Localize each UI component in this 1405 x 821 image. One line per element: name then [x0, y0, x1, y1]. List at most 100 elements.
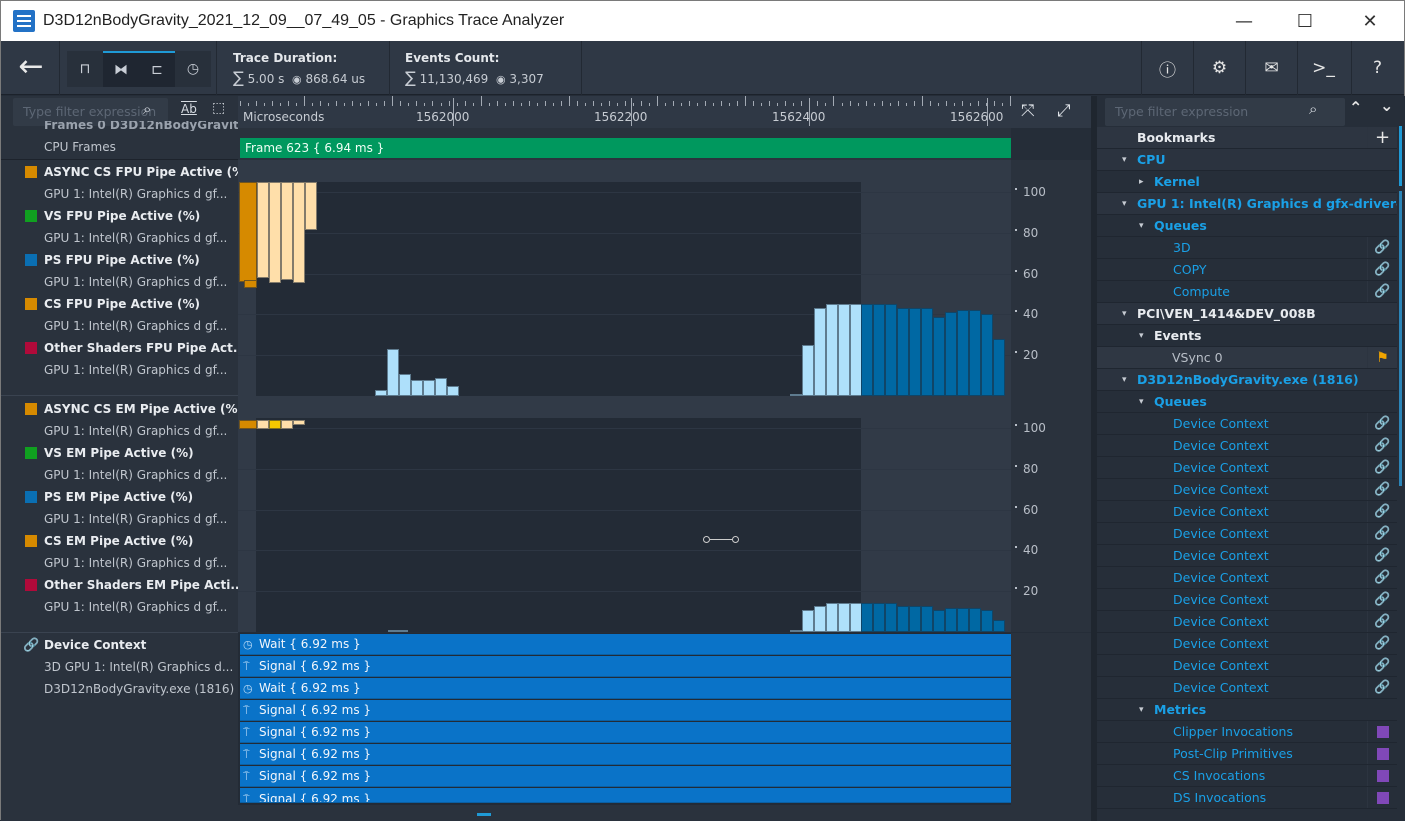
tree-item[interactable]: ▾ Queues [1097, 215, 1397, 237]
chart-bar[interactable] [399, 373, 411, 396]
color-swatch-icon[interactable] [1367, 765, 1397, 786]
chart-bar[interactable] [933, 609, 945, 632]
caret-right-icon[interactable]: ▸ [1139, 171, 1144, 192]
caret-down-icon[interactable]: ▾ [1122, 303, 1127, 324]
chart-bar[interactable] [411, 379, 423, 396]
chart-bar[interactable] [447, 385, 459, 396]
clock-button[interactable]: ◷ [175, 51, 211, 87]
tree-item[interactable]: Device Context 🔗 [1097, 655, 1397, 677]
tree-item[interactable]: ▾ GPU 1: Intel(R) Graphics d gfx-driver-c… [1097, 193, 1397, 215]
em-metric-title[interactable]: PS EM Pipe Active (%) [1, 486, 238, 508]
chart-bar[interactable] [993, 619, 1005, 632]
tree-item[interactable]: DS Invocations [1097, 787, 1397, 809]
chart-bar[interactable] [969, 607, 981, 632]
tree-item[interactable]: ▾ Metrics [1097, 699, 1397, 721]
chart-bar[interactable] [945, 312, 957, 396]
event-bar-signal[interactable]: ⍑ Signal { 6.92 ms } [240, 700, 1011, 721]
tree-item[interactable]: Compute 🔗 [1097, 281, 1397, 303]
console-button[interactable]: >_ [1297, 41, 1349, 95]
chart-bar[interactable] [873, 603, 885, 632]
chart-bar[interactable] [814, 605, 826, 632]
fpu-metric-title[interactable]: PS FPU Pipe Active (%) [1, 249, 238, 271]
frame-view-button[interactable]: ⊓ [67, 51, 103, 87]
chart-bar[interactable] [861, 304, 873, 396]
tree-item[interactable]: Device Context 🔗 [1097, 545, 1397, 567]
tree-item[interactable]: ▾ Events [1097, 325, 1397, 347]
tree-item[interactable]: Device Context 🔗 [1097, 479, 1397, 501]
previous-up-icon[interactable]: ⌃ [1349, 98, 1362, 117]
tree-item[interactable]: VSync 0 ⚑ [1097, 347, 1397, 369]
chart-bar[interactable] [945, 607, 957, 632]
tree-item[interactable]: 3D 🔗 [1097, 237, 1397, 259]
caret-down-icon[interactable]: ▾ [1139, 391, 1144, 412]
chart-bar[interactable] [269, 182, 281, 283]
tree-item[interactable]: Device Context 🔗 [1097, 567, 1397, 589]
link-icon[interactable]: 🔗 [1367, 501, 1397, 522]
tree-item[interactable]: ▾ Queues [1097, 391, 1397, 413]
tree-item[interactable]: Device Context 🔗 [1097, 457, 1397, 479]
tree-item[interactable]: ▾ D3D12nBodyGravity.exe (1816) [1097, 369, 1397, 391]
info-button[interactable]: ⓘ [1141, 41, 1193, 95]
match-case-icon[interactable]: Ab [181, 102, 197, 116]
chart-bar[interactable] [281, 420, 293, 429]
link-icon[interactable]: 🔗 [1367, 633, 1397, 654]
tree-item[interactable]: ▸ Kernel [1097, 171, 1397, 193]
link-icon[interactable]: 🔗 [1367, 589, 1397, 610]
tree-item[interactable]: Device Context 🔗 [1097, 633, 1397, 655]
chart-bar[interactable] [969, 310, 981, 396]
color-swatch-icon[interactable] [1367, 787, 1397, 808]
time-ruler[interactable]: Microseconds 1562000 1562200 1562400 156… [238, 96, 1011, 128]
splitter-handle[interactable] [703, 536, 739, 543]
tree-item[interactable]: Device Context 🔗 [1097, 611, 1397, 633]
link-icon[interactable]: 🔗 [1367, 545, 1397, 566]
chart-bar[interactable] [981, 314, 993, 396]
right-scrollbar-track[interactable] [1399, 191, 1402, 486]
link-icon[interactable]: 🔗 [1367, 457, 1397, 478]
flag-icon[interactable]: ⚑ [1367, 347, 1397, 368]
event-bar-wait[interactable]: ◷ Wait { 6.92 ms } [240, 634, 1011, 655]
chart-bar[interactable] [387, 349, 399, 396]
chart-bar[interactable] [873, 304, 885, 396]
fpu-chart-track[interactable] [238, 182, 1011, 396]
fpu-metric-title[interactable]: VS FPU Pipe Active (%) [1, 205, 238, 227]
event-bar-wait[interactable]: ◷ Wait { 6.92 ms } [240, 678, 1011, 699]
caret-down-icon[interactable]: ▾ [1139, 699, 1144, 720]
tree-item[interactable]: CS Invocations [1097, 765, 1397, 787]
right-scrollbar-thumb[interactable] [1399, 126, 1402, 186]
link-icon[interactable]: 🔗 [1367, 237, 1397, 258]
link-icon[interactable]: 🔗 [1367, 611, 1397, 632]
tree-item[interactable]: Device Context 🔗 [1097, 523, 1397, 545]
chart-bar[interactable] [244, 280, 257, 288]
chart-bar[interactable] [981, 609, 993, 632]
link-icon[interactable]: 🔗 [1367, 435, 1397, 456]
em-metric-title[interactable]: Other Shaders EM Pipe Acti... [1, 574, 238, 596]
close-button[interactable]: ✕ [1340, 1, 1400, 41]
maximize-button[interactable]: ☐ [1275, 1, 1335, 41]
chart-bar[interactable] [909, 308, 921, 396]
caret-down-icon[interactable]: ▾ [1139, 215, 1144, 236]
chart-bar[interactable] [305, 182, 317, 230]
em-metric-title[interactable]: VS EM Pipe Active (%) [1, 442, 238, 464]
chart-bar[interactable] [993, 338, 1005, 396]
tree-item[interactable]: ▾ CPU [1097, 149, 1397, 171]
back-arrow-icon[interactable]: ← [9, 51, 53, 85]
chart-bar[interactable] [838, 304, 850, 396]
mail-button[interactable]: ✉ [1245, 41, 1297, 95]
chart-bar[interactable] [239, 182, 257, 282]
add-bookmark-icon[interactable]: + [1367, 127, 1397, 148]
chart-bar[interactable] [281, 182, 293, 280]
fpu-metric-title[interactable]: Other Shaders FPU Pipe Act... [1, 337, 238, 359]
link-icon[interactable]: 🔗 [1367, 655, 1397, 676]
chart-bar[interactable] [957, 310, 969, 396]
chart-bar[interactable] [435, 377, 447, 396]
caret-down-icon[interactable]: ▾ [1122, 149, 1127, 170]
tree-item[interactable]: Device Context 🔗 [1097, 435, 1397, 457]
search-icon[interactable]: ⌕ [143, 100, 151, 118]
chart-bar[interactable] [239, 420, 257, 429]
chart-bar[interactable] [885, 603, 897, 632]
link-icon[interactable]: 🔗 [1367, 567, 1397, 588]
chart-bar[interactable] [909, 605, 921, 632]
chart-bar[interactable] [897, 308, 909, 396]
em-metric-title[interactable]: CS EM Pipe Active (%) [1, 530, 238, 552]
em-metric-title[interactable]: ASYNC CS EM Pipe Active (%) [1, 398, 238, 420]
